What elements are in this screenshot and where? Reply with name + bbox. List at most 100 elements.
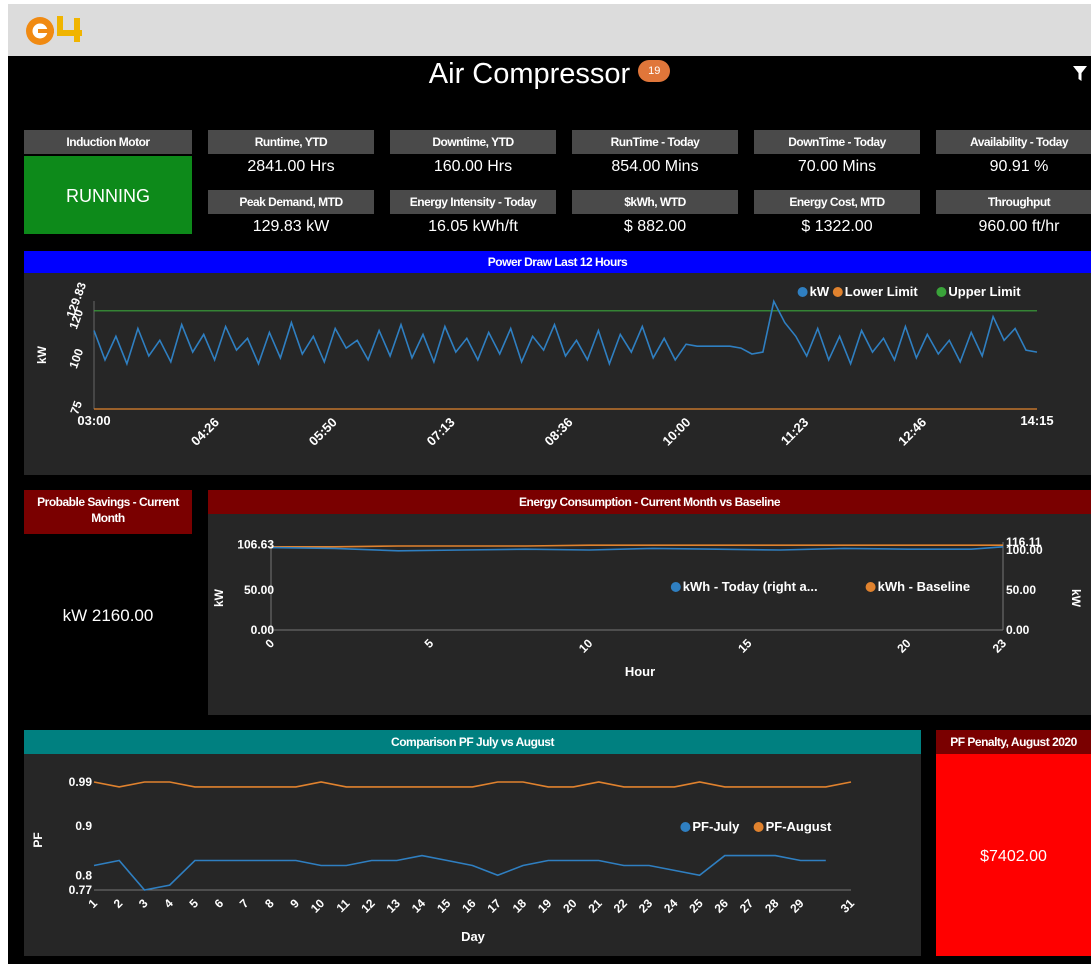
x-tick-label: 10	[576, 636, 596, 656]
series-pf-july-line	[93, 854, 826, 891]
x-tick-label: 6	[212, 896, 227, 911]
energy-chart: kWh - Baseline kWh - Today (right a... 0.0…	[212, 535, 1083, 679]
y-tick-label-left: 106.63	[237, 538, 274, 552]
x-tick-label: 3	[136, 896, 151, 911]
kpi-label: Energy Cost, MTD	[754, 190, 920, 214]
top-bar-strip	[8, 4, 1091, 56]
y-tick-label: 0.9	[75, 819, 92, 833]
kpi-value: $ 882.00	[623, 218, 687, 235]
power-draw-chart: Upper LimitLower LimitkW75100120129.83kW…	[35, 280, 1054, 449]
x-tick-label: 04:26	[188, 415, 222, 449]
x-tick-label: 13	[384, 896, 404, 916]
legend-label[interactable]: PF-July	[692, 819, 740, 834]
x-tick-label: 0	[262, 636, 277, 651]
legend-label[interactable]: Lower Limit	[845, 284, 919, 299]
y-tick-label-left: 0.00	[251, 623, 275, 637]
kpi-value: 2841.00 Hrs	[247, 158, 335, 175]
x-tick-label: 16	[459, 896, 479, 916]
x-tick-label: 23	[990, 636, 1010, 656]
savings-title: Probable Savings - Current Month	[24, 490, 192, 534]
x-tick-label: 23	[636, 896, 656, 916]
status-running: RUNNING	[24, 156, 192, 234]
e4-logo	[26, 16, 82, 45]
penalty-title: PF Penalty, August 2020	[936, 730, 1091, 754]
penalty-value: $7402.00	[936, 754, 1091, 956]
kpi-value: 960.00 ft/hr	[978, 218, 1060, 235]
x-tick-label: 11	[334, 896, 353, 915]
legend-marker[interactable]	[832, 287, 843, 297]
notification-badge[interactable]: 19	[638, 60, 671, 83]
y-tick-label: 0.99	[69, 775, 93, 789]
kpi-label: Throughput	[936, 190, 1091, 214]
kpi-label: Availability - Today	[936, 130, 1091, 154]
x-tick-label: 25	[686, 896, 706, 916]
x-tick-label: 14	[409, 896, 429, 916]
y-tick-label-right: 0.00	[1006, 623, 1030, 637]
x-tick-label: 15	[434, 896, 454, 916]
x-tick-label: 15	[735, 636, 755, 656]
kpi-label: Runtime, YTD	[208, 130, 374, 154]
title-text: Air Compressor	[428, 58, 631, 90]
x-tick-label: 03:00	[77, 413, 110, 428]
kpi-value: 90.91 %	[989, 158, 1049, 175]
y-axis-label-left: kW	[212, 588, 226, 607]
legend-marker[interactable]	[670, 582, 681, 592]
y-tick-label-right: 50.00	[1006, 583, 1036, 597]
y-tick-label: 100	[66, 346, 86, 370]
legend-label[interactable]: Upper Limit	[948, 284, 1021, 299]
x-tick-label: 12	[358, 896, 378, 916]
kpi-value: $ 1322.00	[801, 218, 873, 235]
x-tick-label: 08:36	[542, 415, 576, 449]
y-axis-label: PF	[31, 832, 45, 847]
x-tick-label: 4	[161, 896, 176, 911]
kpi-value: 70.00 Mins	[797, 158, 877, 175]
x-tick-label: 12:46	[895, 415, 929, 449]
series-baseline-line	[271, 544, 1003, 548]
x-tick-label: 24	[661, 896, 681, 916]
pf-title: Comparison PF July vs August	[24, 730, 921, 754]
x-tick-label: 2	[111, 896, 126, 911]
kpi-value: 854.00 Mins	[611, 158, 699, 175]
legend-label[interactable]: PF-August	[766, 819, 832, 834]
x-tick-label: 17	[485, 896, 505, 916]
kpi-label: $kWh, WTD	[572, 190, 738, 214]
legend-label[interactable]: kW	[810, 284, 830, 299]
legend-marker[interactable]	[753, 822, 764, 832]
legend-marker[interactable]	[936, 287, 947, 297]
kpi-value: 16.05 kWh/ft	[428, 218, 518, 235]
filter-icon[interactable]	[1073, 66, 1087, 82]
x-tick-label: 11:23	[778, 415, 812, 449]
savings-value: kW 2160.00	[62, 606, 154, 625]
x-tick-label: 26	[712, 896, 732, 916]
x-tick-label: 5	[186, 896, 201, 911]
status-label: Induction Motor	[24, 130, 192, 154]
x-tick-label: 07:13	[424, 415, 458, 449]
legend-marker[interactable]	[680, 822, 691, 832]
page-title: Air Compressor 19	[8, 58, 1091, 91]
y-tick-label-right: 116.11	[1006, 535, 1042, 549]
kpi-value: 129.83 kW	[252, 218, 330, 235]
x-tick-label: 10	[308, 896, 328, 916]
x-tick-label: 19	[535, 896, 555, 916]
x-axis-label: Hour	[625, 664, 655, 679]
x-tick-label: 1	[85, 896, 100, 911]
legend-marker[interactable]	[865, 582, 876, 592]
x-tick-label: 27	[737, 896, 757, 916]
y-axis-label-right: kW	[1069, 589, 1083, 608]
x-axis-label: Day	[461, 929, 486, 944]
x-tick-label: 20	[560, 896, 580, 916]
y-tick-label: 0.8	[75, 868, 92, 882]
y-axis-label: kW	[35, 345, 49, 364]
x-tick-label: 7	[237, 896, 252, 911]
legend-label[interactable]: kWh - Today (right a...	[683, 579, 818, 594]
legend-label[interactable]: kWh - Baseline	[878, 579, 970, 594]
x-tick-label: 28	[762, 896, 782, 916]
kpi-label: RunTime - Today	[572, 130, 738, 154]
kpi-label: DownTime - Today	[754, 130, 920, 154]
x-tick-label: 8	[262, 896, 277, 911]
legend-marker[interactable]	[797, 287, 808, 297]
x-tick-label: 9	[287, 896, 302, 911]
pf-chart: PF-AugustPF-July0.770.80.90.99PF1 2 3 4 5 6 7 8…	[31, 775, 857, 944]
x-tick-label: 5	[422, 636, 437, 651]
kpi-label: Peak Demand, MTD	[208, 190, 374, 214]
